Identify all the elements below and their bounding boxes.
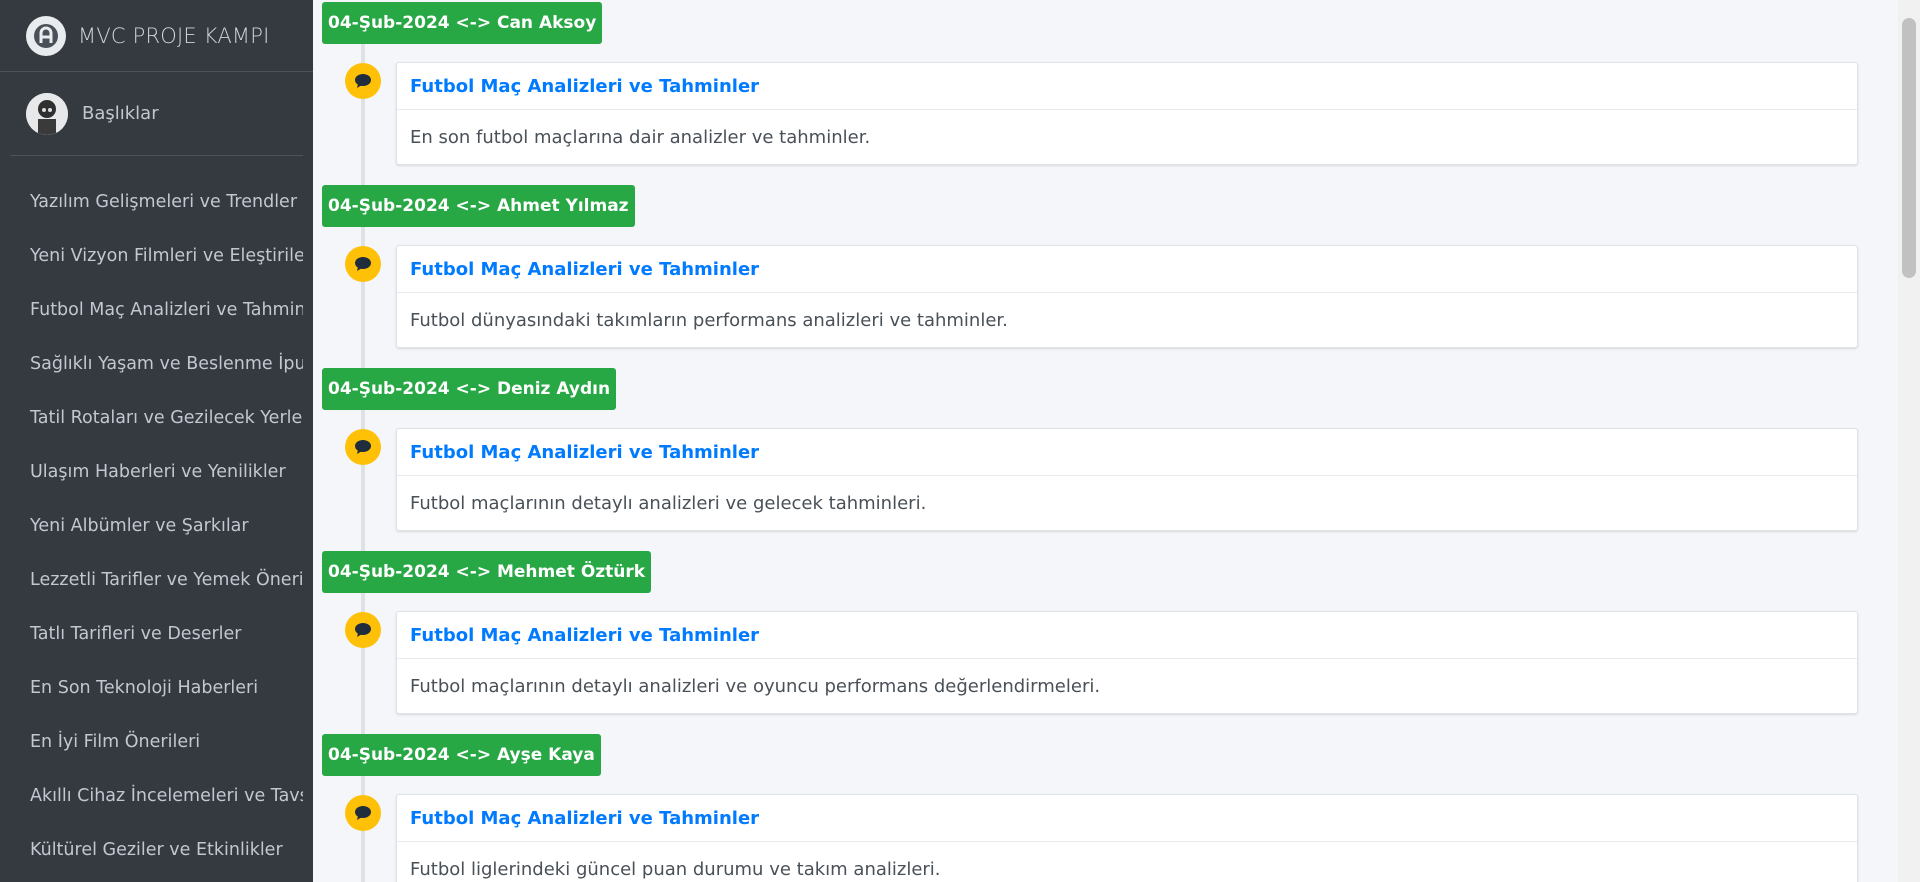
timeline-item: Futbol Maç Analizleri ve Tahminler Futbo… xyxy=(396,245,1858,348)
comment-icon xyxy=(345,63,381,99)
sidebar: MVC PROJE KAMPI Başlıklar Yazılım Gelişm… xyxy=(0,0,313,882)
timeline-item-title[interactable]: Futbol Maç Analizleri ve Tahminler xyxy=(397,63,1857,110)
time-label: 04-Şub-2024 <-> Ahmet Yılmaz xyxy=(322,185,635,227)
user-name: Başlıklar xyxy=(82,103,159,124)
time-label: 04-Şub-2024 <-> Ayşe Kaya xyxy=(322,734,601,776)
timeline-item-title[interactable]: Futbol Maç Analizleri ve Tahminler xyxy=(397,612,1857,659)
timeline-item: Futbol Maç Analizleri ve Tahminler Futbo… xyxy=(396,794,1858,882)
timeline-content: 04-Şub-2024 <-> Can Aksoy Futbol Maç Ana… xyxy=(313,0,1898,882)
scrollbar-thumb[interactable] xyxy=(1902,18,1916,278)
logo-icon xyxy=(26,15,66,56)
sidebar-item[interactable]: En Son Teknoloji Haberleri xyxy=(0,661,303,715)
comment-icon xyxy=(345,246,381,282)
comment-icon xyxy=(345,795,381,831)
timeline-item: Futbol Maç Analizleri ve Tahminler Futbo… xyxy=(396,428,1858,531)
timeline-item: Futbol Maç Analizleri ve Tahminler Futbo… xyxy=(396,611,1858,714)
sidebar-item[interactable]: Ulaşım Haberleri ve Yenilikler xyxy=(0,445,303,499)
comment-icon xyxy=(345,429,381,465)
sidebar-item[interactable]: Yazılım Gelişmeleri ve Trendler xyxy=(0,175,303,229)
sidebar-item[interactable]: Yeni Vizyon Filmleri ve Eleştiriler xyxy=(0,229,303,283)
scrollbar[interactable] xyxy=(1898,0,1920,882)
sidebar-item[interactable]: Akıllı Cihaz İncelemeleri ve Tavsiyeler xyxy=(0,769,303,823)
timeline-item-title[interactable]: Futbol Maç Analizleri ve Tahminler xyxy=(397,795,1857,842)
sidebar-item[interactable]: Kültürel Geziler ve Etkinlikler xyxy=(0,823,303,877)
sidebar-item[interactable]: Tatlı Tarifleri ve Deserler xyxy=(0,607,303,661)
comment-icon xyxy=(345,612,381,648)
sidebar-item[interactable]: Sağlıklı Yaşam ve Beslenme İpuçları xyxy=(0,337,303,391)
timeline-item-title[interactable]: Futbol Maç Analizleri ve Tahminler xyxy=(397,246,1857,293)
user-panel[interactable]: Başlıklar xyxy=(10,72,303,156)
sidebar-menu: Yazılım Gelişmeleri ve Trendler Yeni Viz… xyxy=(0,175,313,877)
timeline-item-body: En son futbol maçlarına dair analizler v… xyxy=(410,127,871,148)
time-label: 04-Şub-2024 <-> Can Aksoy xyxy=(322,2,603,44)
sidebar-item[interactable]: Futbol Maç Analizleri ve Tahminler xyxy=(0,283,303,337)
timeline-item-title[interactable]: Futbol Maç Analizleri ve Tahminler xyxy=(397,429,1857,476)
sidebar-item[interactable]: Lezzetli Tarifler ve Yemek Önerileri xyxy=(0,553,303,607)
avatar xyxy=(26,92,68,135)
time-label: 04-Şub-2024 <-> Mehmet Öztürk xyxy=(322,551,652,593)
brand-title: MVC PROJE KAMPI xyxy=(78,23,270,48)
sidebar-item[interactable]: Tatil Rotaları ve Gezilecek Yerler xyxy=(0,391,303,445)
timeline-item-body: Futbol liglerindeki güncel puan durumu v… xyxy=(410,859,941,880)
time-label: 04-Şub-2024 <-> Deniz Aydın xyxy=(322,368,617,410)
timeline-item-body: Futbol dünyasındaki takımların performan… xyxy=(410,310,1008,331)
timeline-item: Futbol Maç Analizleri ve Tahminler En so… xyxy=(396,62,1858,165)
sidebar-item[interactable]: Yeni Albümler ve Şarkılar xyxy=(0,499,303,553)
brand-link[interactable]: MVC PROJE KAMPI xyxy=(0,0,313,72)
timeline-item-body: Futbol maçlarının detaylı analizleri ve … xyxy=(410,676,1101,697)
sidebar-item[interactable]: En İyi Film Önerileri xyxy=(0,715,303,769)
timeline-item-body: Futbol maçlarının detaylı analizleri ve … xyxy=(410,493,927,514)
